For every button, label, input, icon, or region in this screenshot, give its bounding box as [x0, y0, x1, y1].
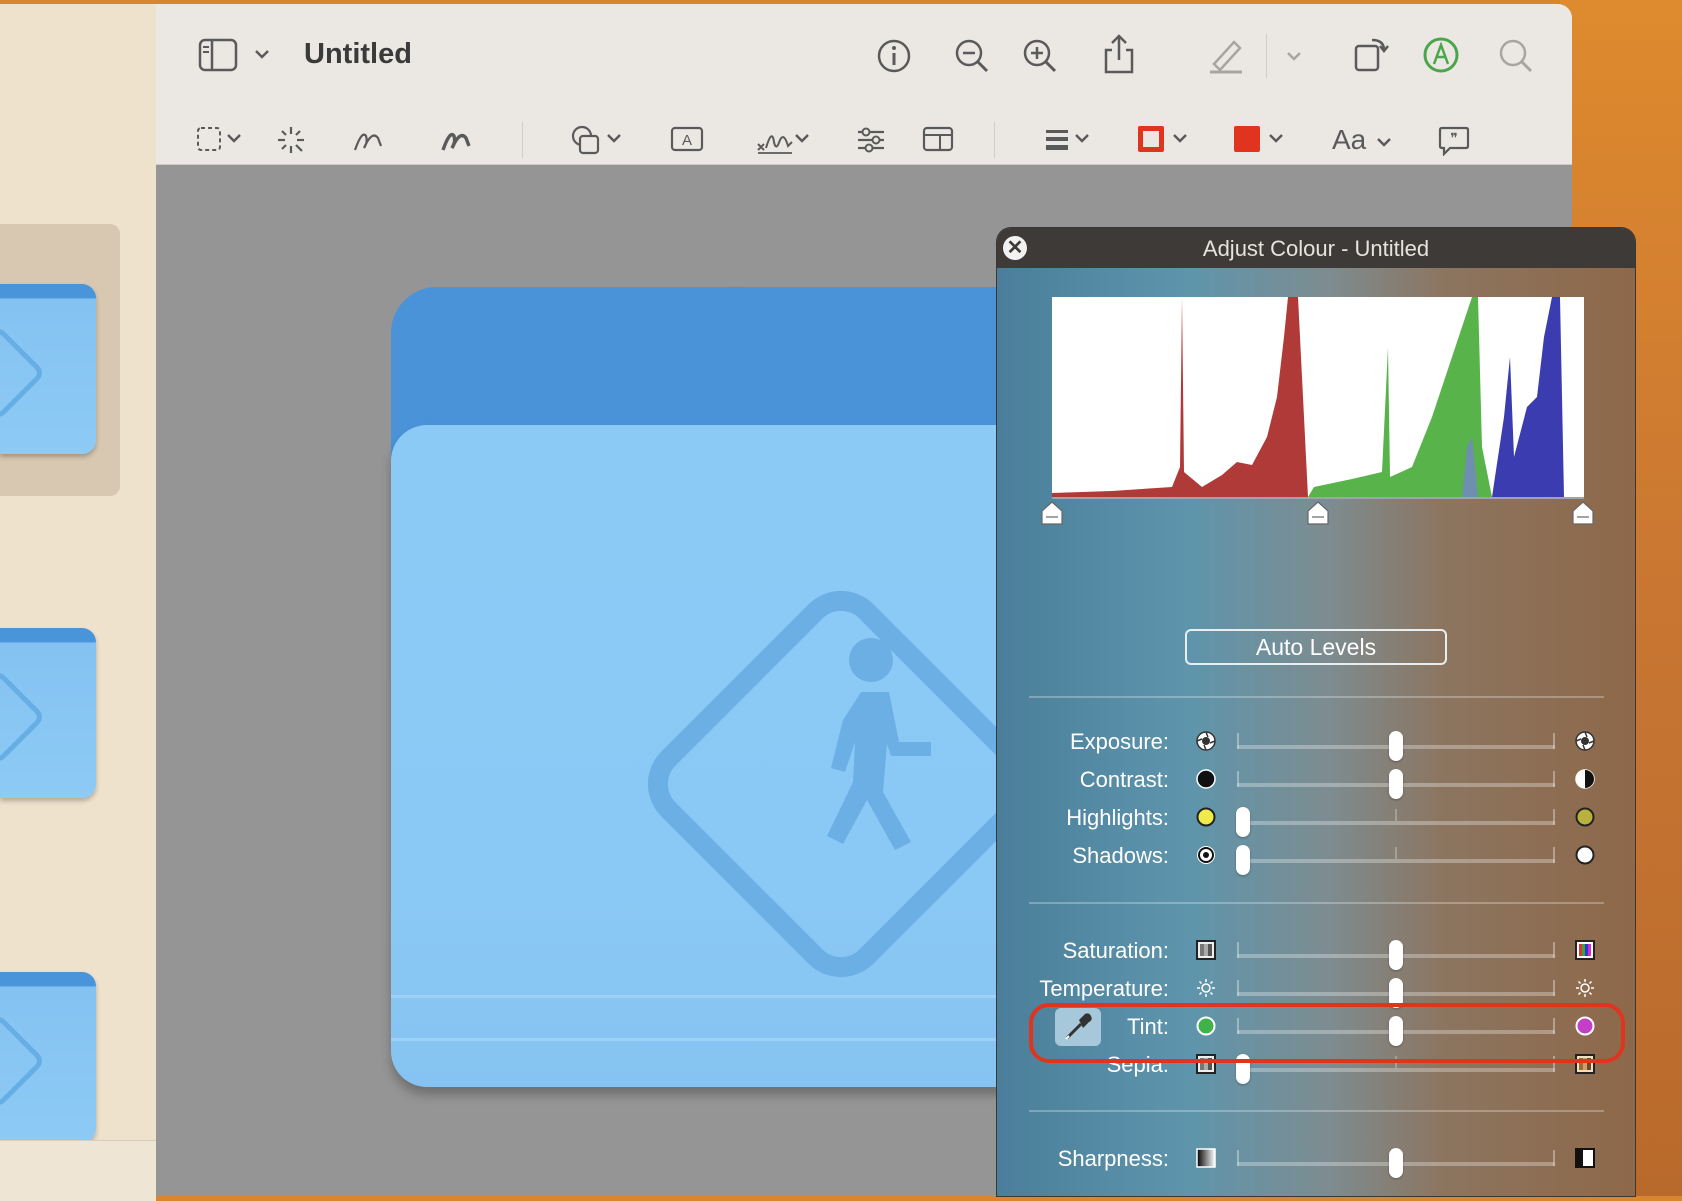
divider: [1029, 902, 1604, 904]
chevron-down-icon[interactable]: [252, 44, 272, 64]
highlights-min-icon: [1196, 807, 1216, 827]
text-style-button[interactable]: Aa: [1332, 120, 1394, 160]
page-layout-icon[interactable]: [922, 126, 954, 152]
toolbar-divider: [994, 122, 995, 158]
contrast-slider-knob[interactable]: [1389, 769, 1403, 799]
saturation-max-icon: [1575, 940, 1595, 960]
sidebar-footer: [0, 1140, 156, 1201]
exposure-max-icon: [1575, 731, 1595, 751]
shapes-icon[interactable]: [570, 124, 624, 156]
svg-text:A: A: [682, 132, 692, 149]
histogram-white-point-handle[interactable]: [1572, 501, 1594, 525]
divider: [1029, 696, 1604, 698]
toolbar-divider: [522, 122, 523, 158]
page-thumbnail[interactable]: [0, 972, 96, 1142]
highlight-pen-icon[interactable]: [1206, 36, 1246, 74]
contrast-min-icon: [1196, 769, 1216, 789]
shadows-min-icon: [1196, 845, 1216, 865]
panel-title: Adjust Colour - Untitled: [1202, 236, 1430, 261]
draw-icon[interactable]: [440, 126, 472, 154]
folder-sign-icon: [0, 1012, 47, 1110]
contrast-slider[interactable]: [1237, 769, 1555, 799]
sidebar-toggle-icon[interactable]: [198, 38, 238, 72]
folder-sign-icon: [0, 324, 47, 422]
contrast-label: Contrast:: [1079, 767, 1169, 792]
adjust-colour-icon[interactable]: [856, 126, 886, 154]
highlights-slider[interactable]: [1236, 807, 1555, 837]
sharpness-min-icon: [1196, 1148, 1216, 1168]
panel-title-bar[interactable]: ✕ Adjust Colour - Untitled: [997, 228, 1635, 268]
zoom-out-icon[interactable]: [954, 38, 990, 74]
tint-row-highlight: [1029, 1003, 1625, 1063]
temperature-max-icon: [1575, 978, 1595, 998]
markup-icon[interactable]: [1422, 36, 1460, 74]
toolbar: Untitled A Aa ❞: [156, 4, 1572, 165]
folder-tab: [391, 287, 771, 377]
line-style-icon[interactable]: [1044, 126, 1096, 152]
shadows-slider-knob[interactable]: [1236, 845, 1250, 875]
temperature-min-icon: [1196, 978, 1216, 998]
sharpness-label: Sharpness:: [1057, 1146, 1169, 1171]
histogram-black-point-handle[interactable]: [1041, 501, 1063, 525]
shadows-max-icon: [1575, 845, 1595, 865]
sepia-slider[interactable]: [1236, 1054, 1555, 1084]
walking-person-icon: [827, 638, 931, 850]
shadows-label: Shadows:: [1072, 843, 1169, 868]
histogram-midpoint-handle[interactable]: [1307, 501, 1329, 525]
sharpness-slider[interactable]: [1237, 1148, 1555, 1178]
zoom-in-icon[interactable]: [1022, 38, 1058, 74]
search-icon[interactable]: [1498, 38, 1534, 74]
saturation-min-icon: [1196, 940, 1216, 960]
text-style-label: Aa: [1332, 124, 1367, 155]
histogram: [1052, 297, 1584, 497]
info-icon[interactable]: [876, 38, 912, 74]
highlights-slider-knob[interactable]: [1236, 807, 1250, 837]
toolbar-divider: [1266, 34, 1267, 78]
highlights-max-icon: [1575, 807, 1595, 827]
sketch-icon[interactable]: [352, 126, 384, 154]
exposure-label: Exposure:: [1069, 729, 1169, 754]
fill-colour-icon[interactable]: [1232, 124, 1292, 154]
chevron-down-icon[interactable]: [1284, 46, 1304, 66]
shadows-slider[interactable]: [1236, 845, 1555, 875]
rect-select-icon[interactable]: [196, 126, 244, 152]
instant-alpha-icon[interactable]: [276, 125, 306, 155]
border-colour-icon[interactable]: [1136, 124, 1196, 154]
share-icon[interactable]: [1102, 34, 1136, 74]
auto-levels-button[interactable]: Auto Levels: [1185, 629, 1447, 665]
note-icon[interactable]: ❞: [1438, 126, 1470, 156]
contrast-max-icon: [1575, 769, 1595, 789]
temperature-label: Temperature:: [1039, 976, 1169, 1001]
saturation-label: Saturation:: [1062, 938, 1169, 963]
exposure-slider[interactable]: [1237, 731, 1555, 761]
saturation-slider[interactable]: [1237, 940, 1555, 970]
temperature-slider[interactable]: [1237, 978, 1555, 1008]
saturation-slider-knob[interactable]: [1389, 940, 1403, 970]
histogram-axis: [1052, 497, 1584, 499]
rotate-icon[interactable]: [1352, 34, 1392, 74]
sharpness-slider-knob[interactable]: [1389, 1148, 1403, 1178]
page-thumbnail[interactable]: [0, 284, 96, 454]
highlights-label: Highlights:: [1066, 805, 1169, 830]
page-thumbnail[interactable]: [0, 628, 96, 798]
svg-text:❞: ❞: [1450, 130, 1458, 146]
signature-icon[interactable]: [754, 124, 812, 156]
window-title: Untitled: [304, 38, 412, 70]
sharpness-max-icon: [1575, 1148, 1595, 1168]
divider: [1029, 1110, 1604, 1112]
exposure-min-icon: [1196, 731, 1216, 751]
thumbnail-sidebar: [0, 4, 156, 1201]
folder-sign-icon: [0, 668, 47, 766]
exposure-slider-knob[interactable]: [1389, 731, 1403, 761]
text-box-icon[interactable]: A: [670, 126, 704, 152]
